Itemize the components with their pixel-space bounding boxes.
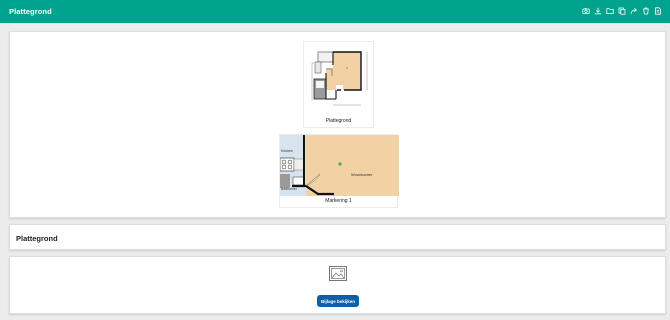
document-icon[interactable] <box>653 6 662 16</box>
header-toolbar <box>581 6 662 16</box>
view-attachment-button[interactable]: Bijlage bekijken <box>317 295 359 307</box>
page-title: Plattegrond <box>9 7 52 16</box>
image-caption: Plattegrond <box>325 118 352 124</box>
image-caption: Markering 1 <box>325 198 352 204</box>
copy-icon[interactable] <box>617 6 626 16</box>
camera-icon[interactable] <box>581 6 590 16</box>
download-icon[interactable] <box>593 6 602 16</box>
floorplan-image <box>306 43 373 113</box>
images-card: Plattegrond Woonkamer Keuken Badkamer Ma… <box>9 31 666 218</box>
section-heading: Plattegrond <box>16 234 58 243</box>
room-label: Woonkamer <box>351 172 373 177</box>
floorplan-thumbnail[interactable]: Plattegrond <box>303 41 374 128</box>
marker-thumbnail[interactable]: Woonkamer Keuken Badkamer Markering 1 <box>279 134 399 208</box>
marker-detail-image: Woonkamer Keuken Badkamer <box>280 135 399 196</box>
room-label-left-bottom: Badkamer <box>281 187 298 191</box>
app-header: Plattegrond <box>0 0 670 23</box>
trash-icon[interactable] <box>641 6 650 16</box>
folder-icon[interactable] <box>605 6 614 16</box>
room-label-left-top: Keuken <box>281 149 293 153</box>
attachments-card: Bijlage bekijken <box>9 256 666 314</box>
section-card: Plattegrond <box>9 224 666 250</box>
share-icon[interactable] <box>629 6 638 16</box>
image-placeholder-icon <box>329 266 347 281</box>
